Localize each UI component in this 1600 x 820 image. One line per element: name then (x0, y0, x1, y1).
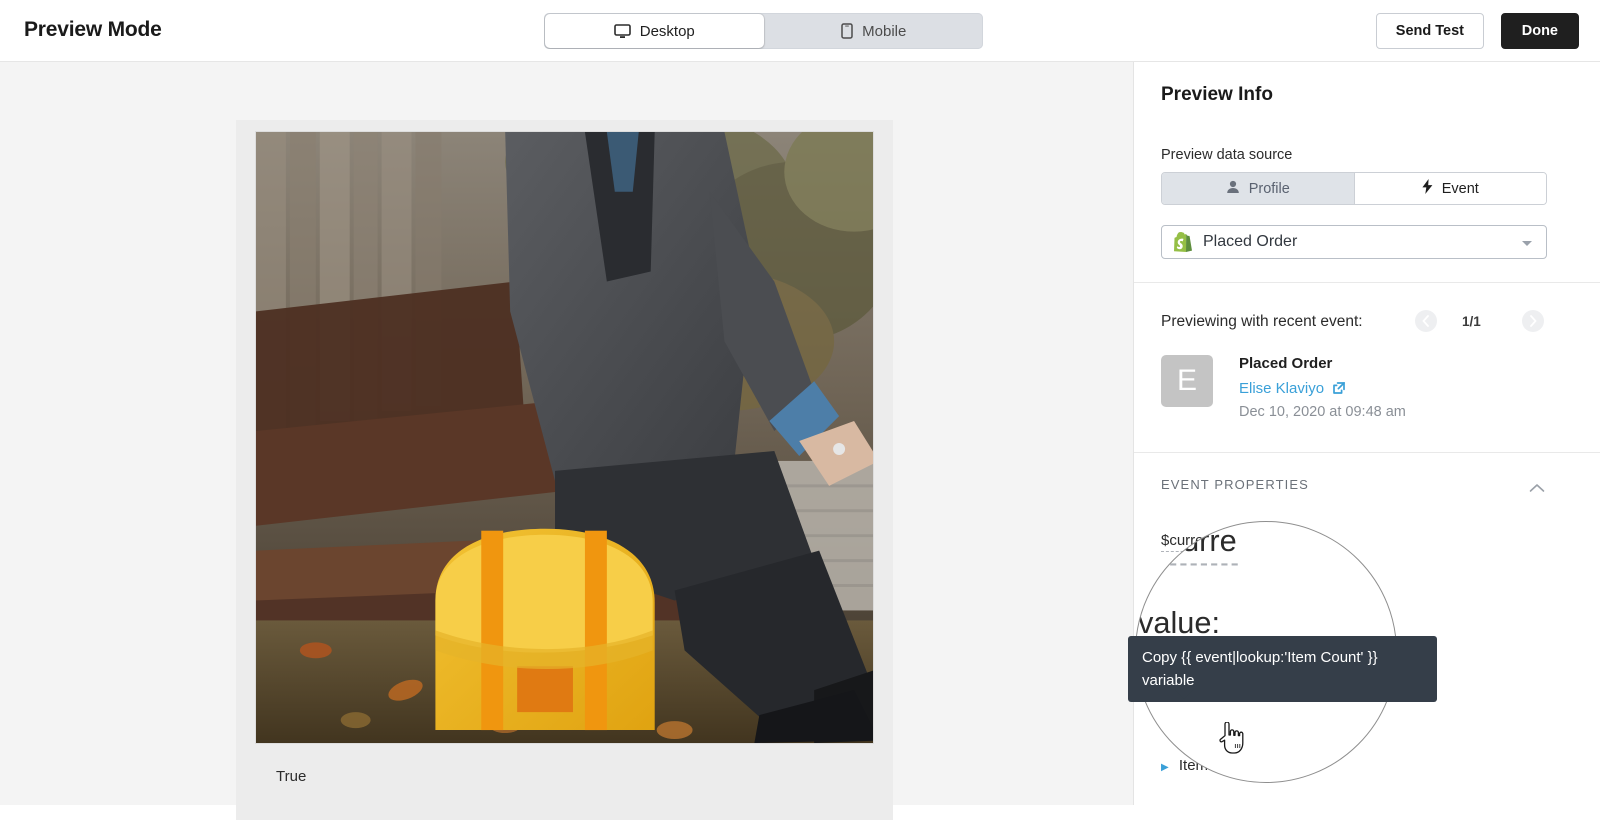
page-title: Preview Mode (24, 18, 162, 41)
tab-desktop-label: Desktop (639, 22, 695, 40)
mouse-cursor-pointer (1219, 721, 1245, 759)
mag-key-currency: $curre (1149, 524, 1237, 566)
hero-photo-art (256, 132, 873, 743)
tab-event-label: Event (1441, 180, 1479, 197)
tab-mobile[interactable]: Mobile (765, 13, 984, 49)
email-hero-image (255, 131, 874, 744)
mag-row-currency: $curre (1149, 524, 1237, 566)
event-select[interactable]: Placed Order (1161, 225, 1547, 259)
external-link-icon (1333, 382, 1346, 394)
email-caption: True (276, 768, 307, 785)
chevron-down-icon (1522, 241, 1532, 246)
data-source-toggle-group: Profile Event (1161, 172, 1547, 205)
recent-event-label: Previewing with recent event: (1161, 313, 1363, 330)
profile-link-label: Elise Klaviyo (1239, 380, 1325, 397)
shopify-icon (1174, 232, 1192, 252)
chevron-up-icon (1529, 484, 1545, 492)
monitor-icon (613, 23, 631, 39)
avatar: E (1161, 355, 1213, 407)
tab-event[interactable]: Event (1353, 173, 1546, 204)
email-preview-card: True (236, 120, 893, 820)
phone-icon (841, 23, 853, 39)
divider-2 (1134, 452, 1600, 453)
profile-link[interactable]: Elise Klaviyo (1239, 380, 1346, 397)
tab-mobile-label: Mobile (862, 22, 907, 40)
pager-next-button[interactable] (1522, 310, 1544, 332)
pager-count: 1/1 (1462, 314, 1481, 329)
event-properties-header: EVENT PROPERTIES (1161, 477, 1309, 492)
chevron-left-icon (1422, 315, 1429, 327)
chevron-right-icon (1530, 315, 1537, 327)
device-toggle-group: Desktop Mobile (544, 13, 983, 49)
send-test-button[interactable]: Send Test (1375, 13, 1484, 49)
tooltip-arrow (1175, 690, 1193, 699)
tab-desktop[interactable]: Desktop (545, 14, 764, 48)
person-icon (1226, 180, 1240, 198)
event-properties-collapse-button[interactable] (1529, 480, 1545, 498)
preview-canvas: True (0, 62, 1133, 820)
data-source-label: Preview data source (1161, 147, 1293, 163)
tab-profile-label: Profile (1248, 180, 1290, 197)
lightning-icon (1422, 179, 1433, 198)
panel-title: Preview Info (1161, 84, 1273, 105)
event-timestamp: Dec 10, 2020 at 09:48 am (1239, 404, 1406, 420)
done-button[interactable]: Done (1500, 13, 1579, 49)
top-bar: Preview Mode Desktop Mobile Send Test Do… (0, 0, 1600, 62)
pager-prev-button[interactable] (1415, 310, 1437, 332)
divider-1 (1134, 282, 1600, 283)
event-name: Placed Order (1239, 355, 1333, 372)
tab-profile[interactable]: Profile (1162, 173, 1354, 204)
event-select-value: Placed Order (1203, 233, 1298, 250)
